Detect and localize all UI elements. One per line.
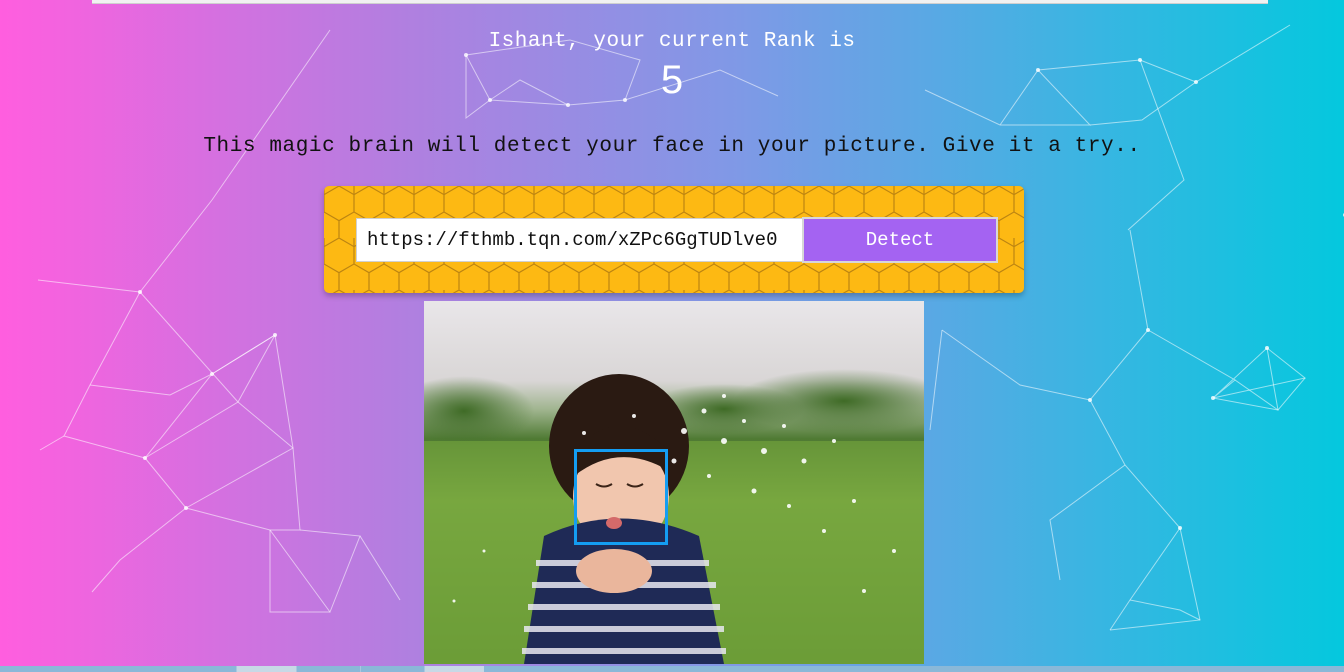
image-url-input[interactable] <box>356 218 804 262</box>
detect-button[interactable]: Detect <box>802 217 998 263</box>
rank-greeting: Ishant, your current Rank is <box>488 30 856 53</box>
photo-illustration <box>424 301 924 664</box>
image-link-form: Detect <box>324 186 1024 293</box>
taskbar-edge <box>0 666 1344 672</box>
tagline: This magic brain will detect your face i… <box>203 135 1141 158</box>
detected-face-box <box>574 449 668 545</box>
uploaded-photo <box>424 301 924 664</box>
rank-value: 5 <box>660 58 684 102</box>
